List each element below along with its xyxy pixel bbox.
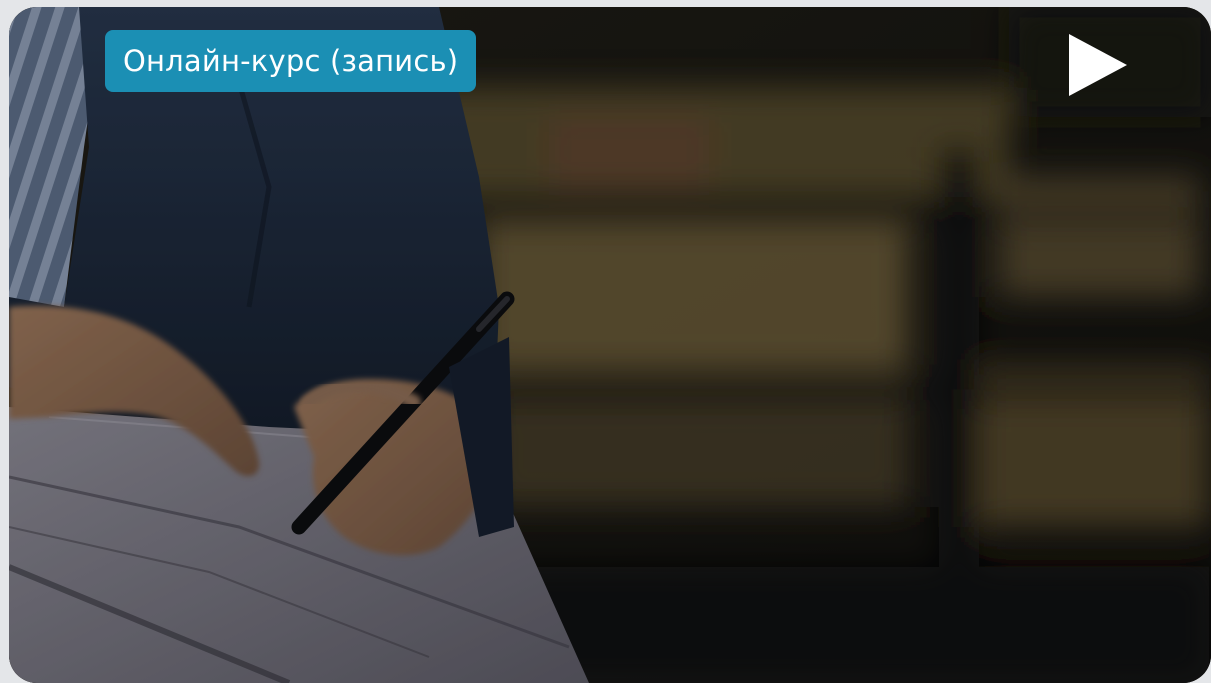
course-video-card[interactable]: Онлайн-курс (запись) (9, 7, 1211, 683)
course-type-badge: Онлайн-курс (запись) (105, 30, 477, 92)
play-icon (1069, 34, 1127, 96)
play-button[interactable] (1065, 32, 1131, 98)
image-dim-overlay (9, 7, 1211, 683)
